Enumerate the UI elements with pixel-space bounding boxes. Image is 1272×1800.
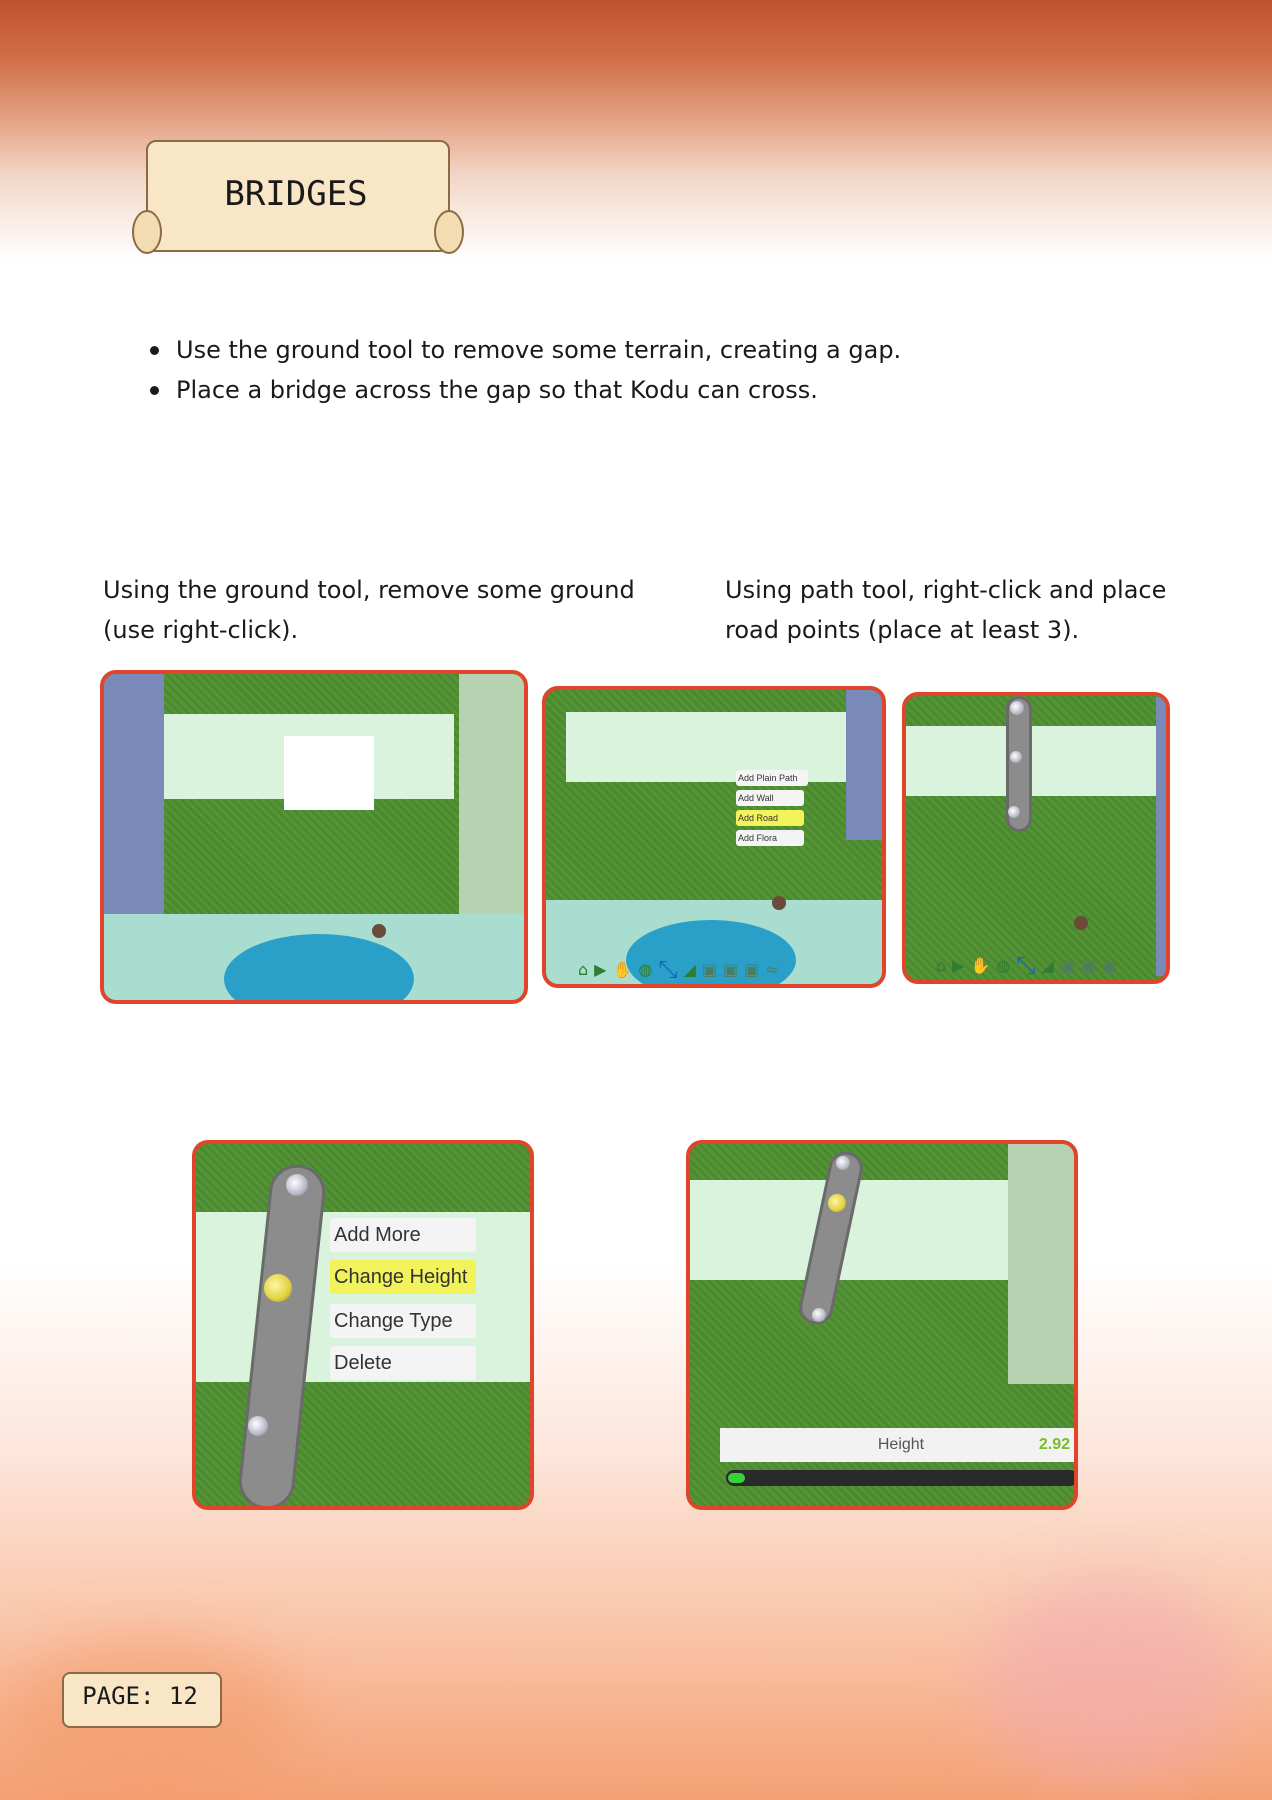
list-item: Place a bridge across the gap so that Ko… bbox=[150, 370, 1150, 410]
pale-terrain-strip bbox=[906, 726, 1166, 796]
scroll-curl-left bbox=[132, 210, 162, 254]
menu-item-change-height[interactable]: Change Height bbox=[330, 1260, 476, 1294]
water-icon[interactable]: ≈ bbox=[765, 960, 778, 979]
title-scroll-banner: BRIDGES bbox=[132, 130, 464, 260]
caption-ground-tool: Using the ground tool, remove some groun… bbox=[103, 570, 663, 650]
bullet-text: Use the ground tool to remove some terra… bbox=[176, 336, 902, 364]
kodu-character-icon bbox=[772, 896, 786, 910]
road-node[interactable] bbox=[248, 1416, 268, 1436]
object-icon[interactable]: ◍ bbox=[996, 956, 1010, 975]
play-icon[interactable]: ▶ bbox=[594, 960, 606, 979]
height-slider-track[interactable] bbox=[726, 1470, 1074, 1486]
road-node[interactable] bbox=[1010, 751, 1022, 763]
hand-icon[interactable]: ✋ bbox=[970, 956, 990, 975]
page-number: PAGE: 12 bbox=[82, 1682, 198, 1710]
menu-item-add-road[interactable]: Add Road bbox=[736, 810, 804, 826]
screenshot-road-placed: ⌂ ▶ ✋ ◍ ⤡ ◢ ▣ ▣ ▣ bbox=[902, 692, 1170, 984]
road-node[interactable] bbox=[812, 1308, 826, 1322]
rock-wall-right bbox=[846, 690, 882, 840]
bullet-icon bbox=[150, 386, 159, 395]
tool-bar: ⌂ ▶ ✋ ◍ ⤡ ◢ ▣ ▣ ▣ ≈ bbox=[578, 955, 858, 983]
screenshot-ground-removed bbox=[100, 670, 528, 1004]
road-node[interactable] bbox=[286, 1174, 308, 1196]
rock-wall-right bbox=[1156, 696, 1166, 976]
menu-item-add-flora[interactable]: Add Flora bbox=[736, 830, 804, 846]
menu-item-add-plain-path[interactable]: Add Plain Path bbox=[736, 770, 808, 786]
scroll-curl-right bbox=[434, 210, 464, 254]
caption-line: (use right-click). bbox=[103, 616, 299, 644]
terrain-icon[interactable]: ◢ bbox=[1042, 956, 1054, 975]
path-tool-icon[interactable]: ⤡ bbox=[1016, 951, 1035, 979]
kodu-character-icon bbox=[1074, 916, 1088, 930]
cube-icon[interactable]: ▣ bbox=[1060, 956, 1075, 975]
list-item: Use the ground tool to remove some terra… bbox=[150, 330, 1150, 370]
caption-line: road points (place at least 3). bbox=[725, 616, 1080, 644]
rock-wall-right bbox=[1008, 1144, 1074, 1384]
menu-item-change-type[interactable]: Change Type bbox=[330, 1304, 476, 1338]
screenshot-node-menu: Add More Nodes Change Height Change Type… bbox=[192, 1140, 534, 1510]
removed-ground-gap bbox=[284, 736, 374, 810]
height-slider-fill bbox=[728, 1473, 746, 1483]
screenshot-path-menu: Add Plain Path Add Wall Add Road Add Flo… bbox=[542, 686, 886, 988]
cube-icon[interactable]: ▣ bbox=[1102, 956, 1117, 975]
bullet-icon bbox=[150, 346, 159, 355]
tool-bar: ⌂ ▶ ✋ ◍ ⤡ ◢ ▣ ▣ ▣ bbox=[936, 951, 1166, 979]
menu-item-delete[interactable]: Delete bbox=[330, 1346, 476, 1380]
terrain-icon[interactable]: ◢ bbox=[684, 960, 696, 979]
cube-icon[interactable]: ▣ bbox=[744, 960, 759, 979]
menu-item-add-more-nodes[interactable]: Add More Nodes bbox=[330, 1218, 476, 1280]
kodu-character-icon bbox=[372, 924, 386, 938]
path-tool-icon[interactable]: ⤡ bbox=[658, 955, 677, 983]
play-icon[interactable]: ▶ bbox=[952, 956, 964, 975]
height-value: 2.92 bbox=[1038, 1436, 1070, 1453]
screenshot-change-height: Height 2.92 bbox=[686, 1140, 1078, 1510]
cube-icon[interactable]: ▣ bbox=[1081, 956, 1096, 975]
cube-icon[interactable]: ▣ bbox=[702, 960, 717, 979]
road-node-selected[interactable] bbox=[828, 1194, 846, 1212]
road-node[interactable] bbox=[1010, 701, 1024, 715]
cube-icon[interactable]: ▣ bbox=[723, 960, 738, 979]
road-node[interactable] bbox=[1008, 806, 1020, 818]
watercolor-blot bbox=[980, 1580, 1240, 1780]
home-icon[interactable]: ⌂ bbox=[936, 956, 946, 975]
menu-item-add-wall[interactable]: Add Wall bbox=[736, 790, 804, 806]
page-number-badge: PAGE: 12 bbox=[56, 1664, 226, 1734]
road-node[interactable] bbox=[836, 1156, 850, 1170]
caption-line: Using the ground tool, remove some groun… bbox=[103, 576, 635, 604]
page-title: BRIDGES bbox=[224, 174, 368, 214]
caption-path-tool: Using path tool, right-click and place r… bbox=[725, 570, 1245, 650]
home-icon[interactable]: ⌂ bbox=[578, 960, 588, 979]
instruction-list: Use the ground tool to remove some terra… bbox=[150, 330, 1150, 410]
road-node-selected[interactable] bbox=[264, 1274, 292, 1302]
bullet-text: Place a bridge across the gap so that Ko… bbox=[176, 376, 818, 404]
caption-line: Using path tool, right-click and place bbox=[725, 576, 1167, 604]
object-icon[interactable]: ◍ bbox=[638, 960, 652, 979]
hand-icon[interactable]: ✋ bbox=[612, 960, 632, 979]
